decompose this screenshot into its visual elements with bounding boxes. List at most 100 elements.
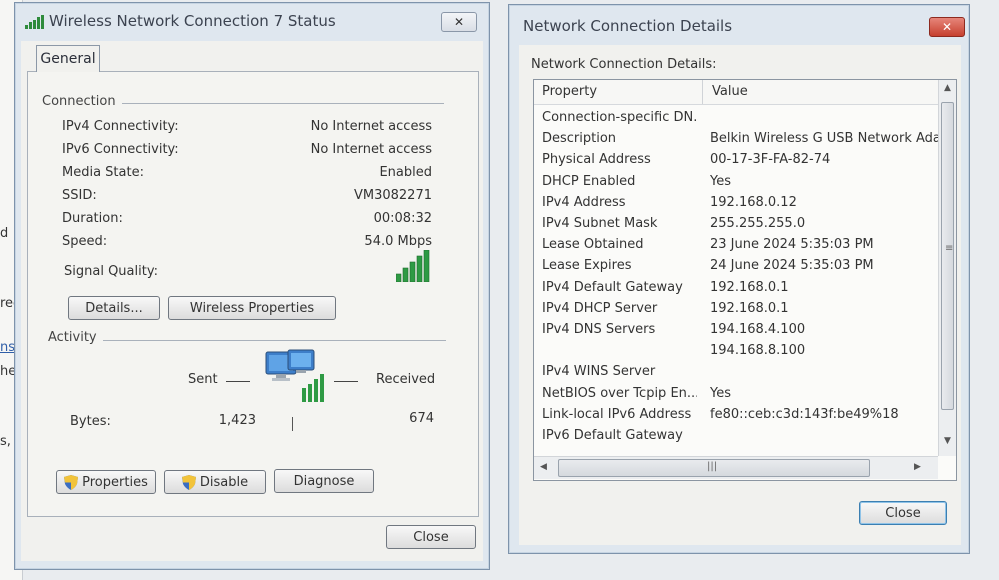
scroll-right-arrow-icon[interactable]: ▶ [914, 462, 921, 472]
row-property: Lease Expires [542, 258, 632, 274]
ipv4-connectivity-value: No Internet access [310, 119, 432, 134]
row-property: IPv4 Subnet Mask [542, 216, 658, 231]
row-property: IPv6 Default Gateway [542, 428, 683, 443]
properties-button[interactable]: Properties [56, 470, 156, 494]
list-row[interactable]: Link-local IPv6 Address fe80::ceb:c3d:143… [534, 405, 938, 426]
row-value: 00-17-3F-FA-82-74 [710, 152, 831, 168]
close-button[interactable]: Close [859, 501, 947, 525]
ipv4-connectivity-label: IPv4 Connectivity: [62, 119, 179, 134]
media-state-label: Media State: [62, 165, 144, 180]
row-property: Physical Address [542, 152, 651, 168]
sent-line [226, 381, 250, 382]
list-row[interactable]: IPv4 Address 192.168.0.12 [534, 193, 938, 214]
row-property: Description [542, 131, 617, 147]
wireless-signal-icon [25, 15, 45, 33]
bytes-sent-value: 1,423 [218, 413, 256, 428]
list-row[interactable]: IPv4 WINS Server [534, 362, 938, 383]
bytes-label: Bytes: [70, 414, 111, 429]
horizontal-scrollbar[interactable]: ◀ ||| ▶ [534, 456, 938, 479]
network-computers-icon [264, 348, 326, 408]
ssid-label: SSID: [62, 188, 97, 203]
vertical-scroll-thumb[interactable]: ≡ [941, 102, 954, 410]
row-property: IPv4 WINS Server [542, 364, 656, 380]
scroll-down-arrow-icon[interactable]: ▼ [944, 436, 951, 446]
speed-value: 54.0 Mbps [364, 234, 432, 249]
activity-group-label: Activity [48, 330, 103, 345]
row-value: 23 June 2024 5:35:03 PM [710, 237, 874, 253]
duration-value: 00:08:32 [373, 211, 432, 226]
row-property: IPv4 Default Gateway [542, 279, 683, 295]
details-window: Network Connection Details ✕ Network Con… [508, 4, 970, 554]
disable-button[interactable]: Disable [164, 470, 266, 494]
status-window: Wireless Network Connection 7 Status ✕ G… [14, 2, 490, 570]
grip-icon: ≡ [945, 243, 954, 254]
row-value: 194.168.4.100 [710, 322, 806, 337]
list-row[interactable]: Lease Expires 24 June 2024 5:35:03 PM [534, 256, 938, 277]
column-header-value[interactable]: Value [712, 84, 748, 99]
scroll-left-arrow-icon[interactable]: ◀ [540, 462, 547, 472]
group-divider [100, 340, 446, 341]
background-text-fragment: d [0, 226, 9, 241]
ipv6-connectivity-value: No Internet access [310, 142, 432, 157]
uac-shield-icon [64, 474, 79, 490]
duration-label: Duration: [62, 211, 123, 226]
row-property: DHCP Enabled [542, 173, 636, 189]
background-link-fragment[interactable]: ns [0, 340, 15, 355]
speed-label: Speed: [62, 234, 108, 249]
list-row[interactable]: DHCP Enabled Yes [534, 172, 938, 193]
row-value: Yes [710, 385, 731, 401]
bytes-divider [292, 417, 293, 431]
grip-icon: ||| [707, 461, 718, 472]
window-title: Wireless Network Connection 7 Status [49, 12, 336, 30]
list-row[interactable]: IPv4 Subnet Mask 255.255.255.0 [534, 214, 938, 235]
tab-general[interactable]: General [36, 45, 100, 72]
details-client-area: Network Connection Details: Property Val… [519, 45, 961, 545]
row-property: Connection-specific DN... [542, 110, 697, 125]
sent-label: Sent [188, 372, 218, 387]
properties-button-label: Properties [82, 474, 148, 490]
details-list[interactable]: Property Value Connection-specific DN...… [533, 79, 957, 481]
row-value: 255.255.255.0 [710, 216, 806, 231]
window-title: Network Connection Details [523, 17, 733, 35]
wireless-properties-button[interactable]: Wireless Properties [168, 296, 336, 320]
status-client-area: General Connection IPv4 Connectivity: No… [21, 41, 483, 561]
list-row[interactable]: Connection-specific DN... [534, 108, 938, 129]
list-row[interactable]: IPv4 DNS Servers 194.168.4.100 [534, 320, 938, 341]
list-row[interactable]: IPv6 Default Gateway [534, 426, 938, 447]
close-button[interactable]: Close [386, 525, 476, 549]
row-value: 24 June 2024 5:35:03 PM [710, 258, 874, 274]
list-row[interactable]: Lease Obtained 23 June 2024 5:35:03 PM [534, 235, 938, 256]
column-separator[interactable] [702, 80, 703, 104]
row-value: 194.168.8.100 [710, 343, 806, 359]
row-value: Yes [710, 173, 731, 189]
list-row[interactable]: IPv4 DHCP Server 192.168.0.1 [534, 299, 938, 320]
list-row[interactable]: NetBIOS over Tcpip En... Yes [534, 384, 938, 405]
ipv6-connectivity-label: IPv6 Connectivity: [62, 142, 179, 157]
scroll-up-arrow-icon[interactable]: ▲ [944, 83, 951, 93]
row-property: Link-local IPv6 Address [542, 406, 692, 422]
close-icon[interactable]: ✕ [441, 12, 477, 32]
list-row[interactable]: Physical Address 00-17-3F-FA-82-74 [534, 150, 938, 171]
row-property: Lease Obtained [542, 237, 644, 253]
connection-group-label: Connection [42, 94, 122, 109]
uac-shield-icon [181, 474, 196, 490]
signal-strength-icon [395, 249, 434, 286]
ssid-value: VM3082271 [353, 188, 432, 203]
row-value: 192.168.0.1 [710, 300, 789, 316]
tab-panel-general: General Connection IPv4 Connectivity: No… [27, 45, 479, 517]
row-property: IPv4 Address [542, 194, 626, 210]
diagnose-button[interactable]: Diagnose [274, 469, 374, 493]
list-row[interactable]: Description Belkin Wireless G USB Network… [534, 129, 949, 150]
horizontal-scroll-thumb[interactable]: ||| [558, 459, 870, 477]
row-value: Belkin Wireless G USB Network Adap [710, 131, 950, 147]
list-header: Property Value [534, 80, 938, 105]
group-divider [114, 103, 444, 104]
signal-quality-label: Signal Quality: [64, 264, 158, 279]
vertical-scrollbar[interactable]: ▲ ≡ ▼ [938, 80, 956, 456]
column-header-property[interactable]: Property [542, 84, 597, 99]
details-button[interactable]: Details... [68, 296, 160, 320]
row-property: IPv4 DNS Servers [542, 322, 656, 337]
close-icon[interactable]: ✕ [929, 17, 965, 37]
list-row[interactable]: 194.168.8.100 [534, 341, 938, 362]
list-row[interactable]: IPv4 Default Gateway 192.168.0.1 [534, 278, 938, 299]
